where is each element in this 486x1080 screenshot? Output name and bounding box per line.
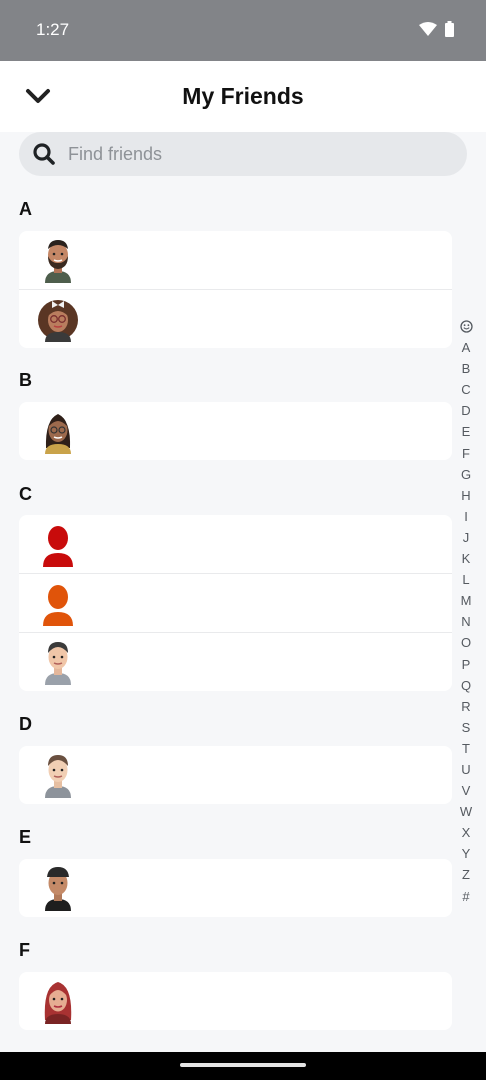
index-letter-z[interactable]: Z <box>455 864 477 885</box>
index-letter-c[interactable]: C <box>455 379 477 400</box>
battery-icon <box>445 21 454 37</box>
header: My Friends <box>0 61 486 132</box>
index-letter-a[interactable]: A <box>455 337 477 358</box>
index-letter-s[interactable]: S <box>455 717 477 738</box>
index-letter-k[interactable]: K <box>455 548 477 569</box>
friend-row[interactable] <box>19 402 452 460</box>
avatar-bitmoji-woman-glasses <box>45 414 71 454</box>
friends-card-c <box>19 515 452 691</box>
index-letter-o[interactable]: O <box>455 632 477 653</box>
friends-card-f <box>19 972 452 1030</box>
avatar-bitmoji-man-cap <box>45 867 71 911</box>
avatar-bitmoji-man-beard <box>45 240 71 283</box>
index-letter-q[interactable]: Q <box>455 675 477 696</box>
navigation-bar <box>0 1052 486 1080</box>
index-letter-i[interactable]: I <box>455 506 477 527</box>
friends-card-d <box>19 746 452 804</box>
index-letter-p[interactable]: P <box>455 654 477 675</box>
friends-card-e <box>19 859 452 917</box>
index-letter-d[interactable]: D <box>455 400 477 421</box>
avatar-bitmoji-woman-red-hair <box>44 982 72 1024</box>
index-letter-b[interactable]: B <box>455 358 477 379</box>
index-letter-f[interactable]: F <box>455 443 477 464</box>
avatar-bitmoji-man-grey-shirt <box>45 642 71 685</box>
status-icons <box>419 21 454 37</box>
index-letter-n[interactable]: N <box>455 611 477 632</box>
page-title: My Friends <box>182 83 304 109</box>
index-letter-v[interactable]: V <box>455 780 477 801</box>
friend-row[interactable] <box>19 859 452 917</box>
wifi-icon <box>419 22 437 36</box>
friend-row[interactable] <box>19 290 452 348</box>
index-letter-m[interactable]: M <box>455 590 477 611</box>
friend-row[interactable] <box>19 972 452 1030</box>
search-icon <box>33 143 55 165</box>
friend-row[interactable] <box>19 633 452 691</box>
section-header-a: A <box>19 199 32 219</box>
index-letter-y[interactable]: Y <box>455 843 477 864</box>
section-header-f: F <box>19 940 30 960</box>
search-bar[interactable] <box>19 132 467 176</box>
section-header-c: C <box>19 484 32 504</box>
friend-row[interactable] <box>19 515 452 574</box>
search-input[interactable] <box>66 142 430 166</box>
home-indicator[interactable] <box>180 1063 306 1067</box>
section-header-e: E <box>19 827 32 847</box>
index-letter-j[interactable]: J <box>455 527 477 548</box>
section-header-b: B <box>19 370 32 390</box>
avatar-bitmoji-man-beige <box>45 755 71 798</box>
friend-row[interactable] <box>19 231 452 290</box>
friends-card-a <box>19 231 452 348</box>
index-letter-x[interactable]: X <box>455 822 477 843</box>
status-bar: 1:27 <box>0 0 486 61</box>
index-letter-e[interactable]: E <box>455 421 477 442</box>
index-letter-hash[interactable]: # <box>455 886 477 907</box>
friends-card-b <box>19 402 452 460</box>
index-letter-u[interactable]: U <box>455 759 477 780</box>
avatar-bitmoji-woman-glasses-bow <box>38 300 78 342</box>
index-letter-h[interactable]: H <box>455 485 477 506</box>
avatar-silhouette-red <box>43 526 73 567</box>
smiley-icon[interactable] <box>455 316 477 337</box>
friend-row[interactable] <box>19 746 452 804</box>
avatar-silhouette-orange <box>43 585 73 626</box>
index-letter-g[interactable]: G <box>455 464 477 485</box>
friend-row[interactable] <box>19 574 452 633</box>
index-letter-r[interactable]: R <box>455 696 477 717</box>
index-letter-w[interactable]: W <box>455 801 477 822</box>
status-time: 1:27 <box>36 20 70 39</box>
index-letter-l[interactable]: L <box>455 569 477 590</box>
index-letter-t[interactable]: T <box>455 738 477 759</box>
section-header-d: D <box>19 714 32 734</box>
alphabet-index[interactable]: A B C D E F G H I J K L M N O P Q R S T U V W X Y Z # <box>455 316 477 907</box>
